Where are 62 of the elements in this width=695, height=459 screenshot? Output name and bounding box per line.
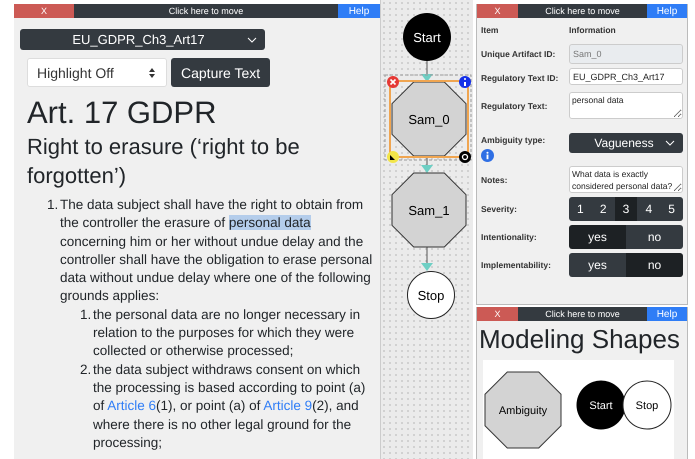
chevron-icon (665, 140, 675, 146)
field-label: Severity: (481, 204, 517, 214)
list-number: 1. (80, 306, 92, 324)
stop-shape[interactable]: Stop (622, 380, 672, 430)
text-area[interactable]: What data is exactly considered personal data? (569, 166, 683, 193)
capture-text-button[interactable]: Capture Text (171, 58, 270, 87)
option-button[interactable]: 2 (592, 197, 615, 221)
field-label: Notes: (481, 174, 508, 184)
move-handle[interactable]: Click here to move (518, 307, 647, 321)
ambiguity-node[interactable]: Sam_1 (392, 172, 466, 248)
paragraph: the personal data are no longer necessary in relation to the purposes for which they were collected or otherwise processed; (93, 306, 362, 360)
ambiguity-node[interactable]: Sam_0 (392, 82, 466, 156)
field-label: Ambiguity type: (481, 135, 546, 145)
info-icon[interactable] (481, 149, 494, 162)
option-button[interactable]: yes (569, 253, 626, 277)
option-button[interactable]: no (626, 253, 683, 277)
stop-node[interactable]: Stop (407, 271, 455, 319)
close-button[interactable]: X (14, 4, 74, 18)
paragraph: the data subject withdraws consent on which the processing is based according to point (a) of Article 6(1), or point (a) of Article 9(2), and where there is no other legal ground for the processing; (93, 360, 366, 452)
text-area[interactable]: personal data (569, 92, 683, 119)
updown-icon (148, 67, 156, 79)
close-button[interactable]: X (477, 4, 518, 18)
list-number: 2. (80, 360, 92, 379)
option-button[interactable]: 1 (569, 197, 592, 221)
column-header: Item (481, 25, 500, 35)
help-button[interactable]: Help (338, 4, 380, 18)
connect-handle-icon[interactable] (459, 151, 471, 163)
artifact-id-field[interactable]: Sam_0 (569, 44, 683, 64)
option-button[interactable]: yes (569, 225, 626, 249)
start-node[interactable]: Start (403, 13, 451, 61)
resize-handle-icon[interactable] (387, 151, 399, 163)
field-label: Unique Artifact ID: (481, 49, 556, 59)
field-label: Regulatory Text: (481, 100, 548, 110)
connector-arrow (421, 156, 433, 173)
help-button[interactable]: Help (647, 307, 687, 321)
info-handle-icon[interactable] (459, 76, 471, 88)
ambiguity-shape[interactable]: Ambiguity (484, 372, 562, 448)
ambiguity-type-select[interactable]: Vagueness (569, 132, 683, 152)
field-label: Intentionality: (481, 232, 537, 242)
article-subtitle: Right to erasure (‘right to be forgotten’) (27, 133, 301, 190)
palette-title: Modeling Shapes (478, 323, 681, 355)
chevron-icon (247, 36, 257, 42)
option-button[interactable]: 3 (614, 197, 638, 221)
close-button[interactable]: X (477, 307, 518, 321)
start-shape[interactable]: Start (576, 380, 626, 430)
move-handle[interactable]: Click here to move (518, 4, 647, 18)
delete-handle-icon[interactable] (387, 76, 399, 88)
list-number: 1. (47, 196, 60, 214)
option-button[interactable]: no (626, 225, 683, 249)
field-label: Implementability: (481, 260, 551, 270)
paragraph: The data subject shall have the right to obtain from the controller the erasure of personal data concerning him or her without undue delay and the controller shall have the obligation to erase personal data without undue delay where one of the following grounds applies: (60, 196, 374, 306)
option-button[interactable]: 4 (637, 197, 660, 221)
column-header: Information (569, 24, 617, 37)
text-id-field[interactable]: EU_GDPR_Ch3_Art17 (569, 68, 683, 85)
article-title: Art. 17 GDPR (27, 94, 218, 132)
connector-arrow (421, 246, 433, 271)
option-button[interactable]: 5 (660, 197, 683, 221)
move-handle[interactable]: Click here to move (74, 4, 338, 18)
field-label: Regulatory Text ID: (481, 73, 558, 83)
highlight-select[interactable]: Highlight Off (27, 58, 167, 87)
help-button[interactable]: Help (647, 4, 687, 18)
document-select[interactable]: EU_GDPR_Ch3_Art17 (20, 29, 265, 50)
